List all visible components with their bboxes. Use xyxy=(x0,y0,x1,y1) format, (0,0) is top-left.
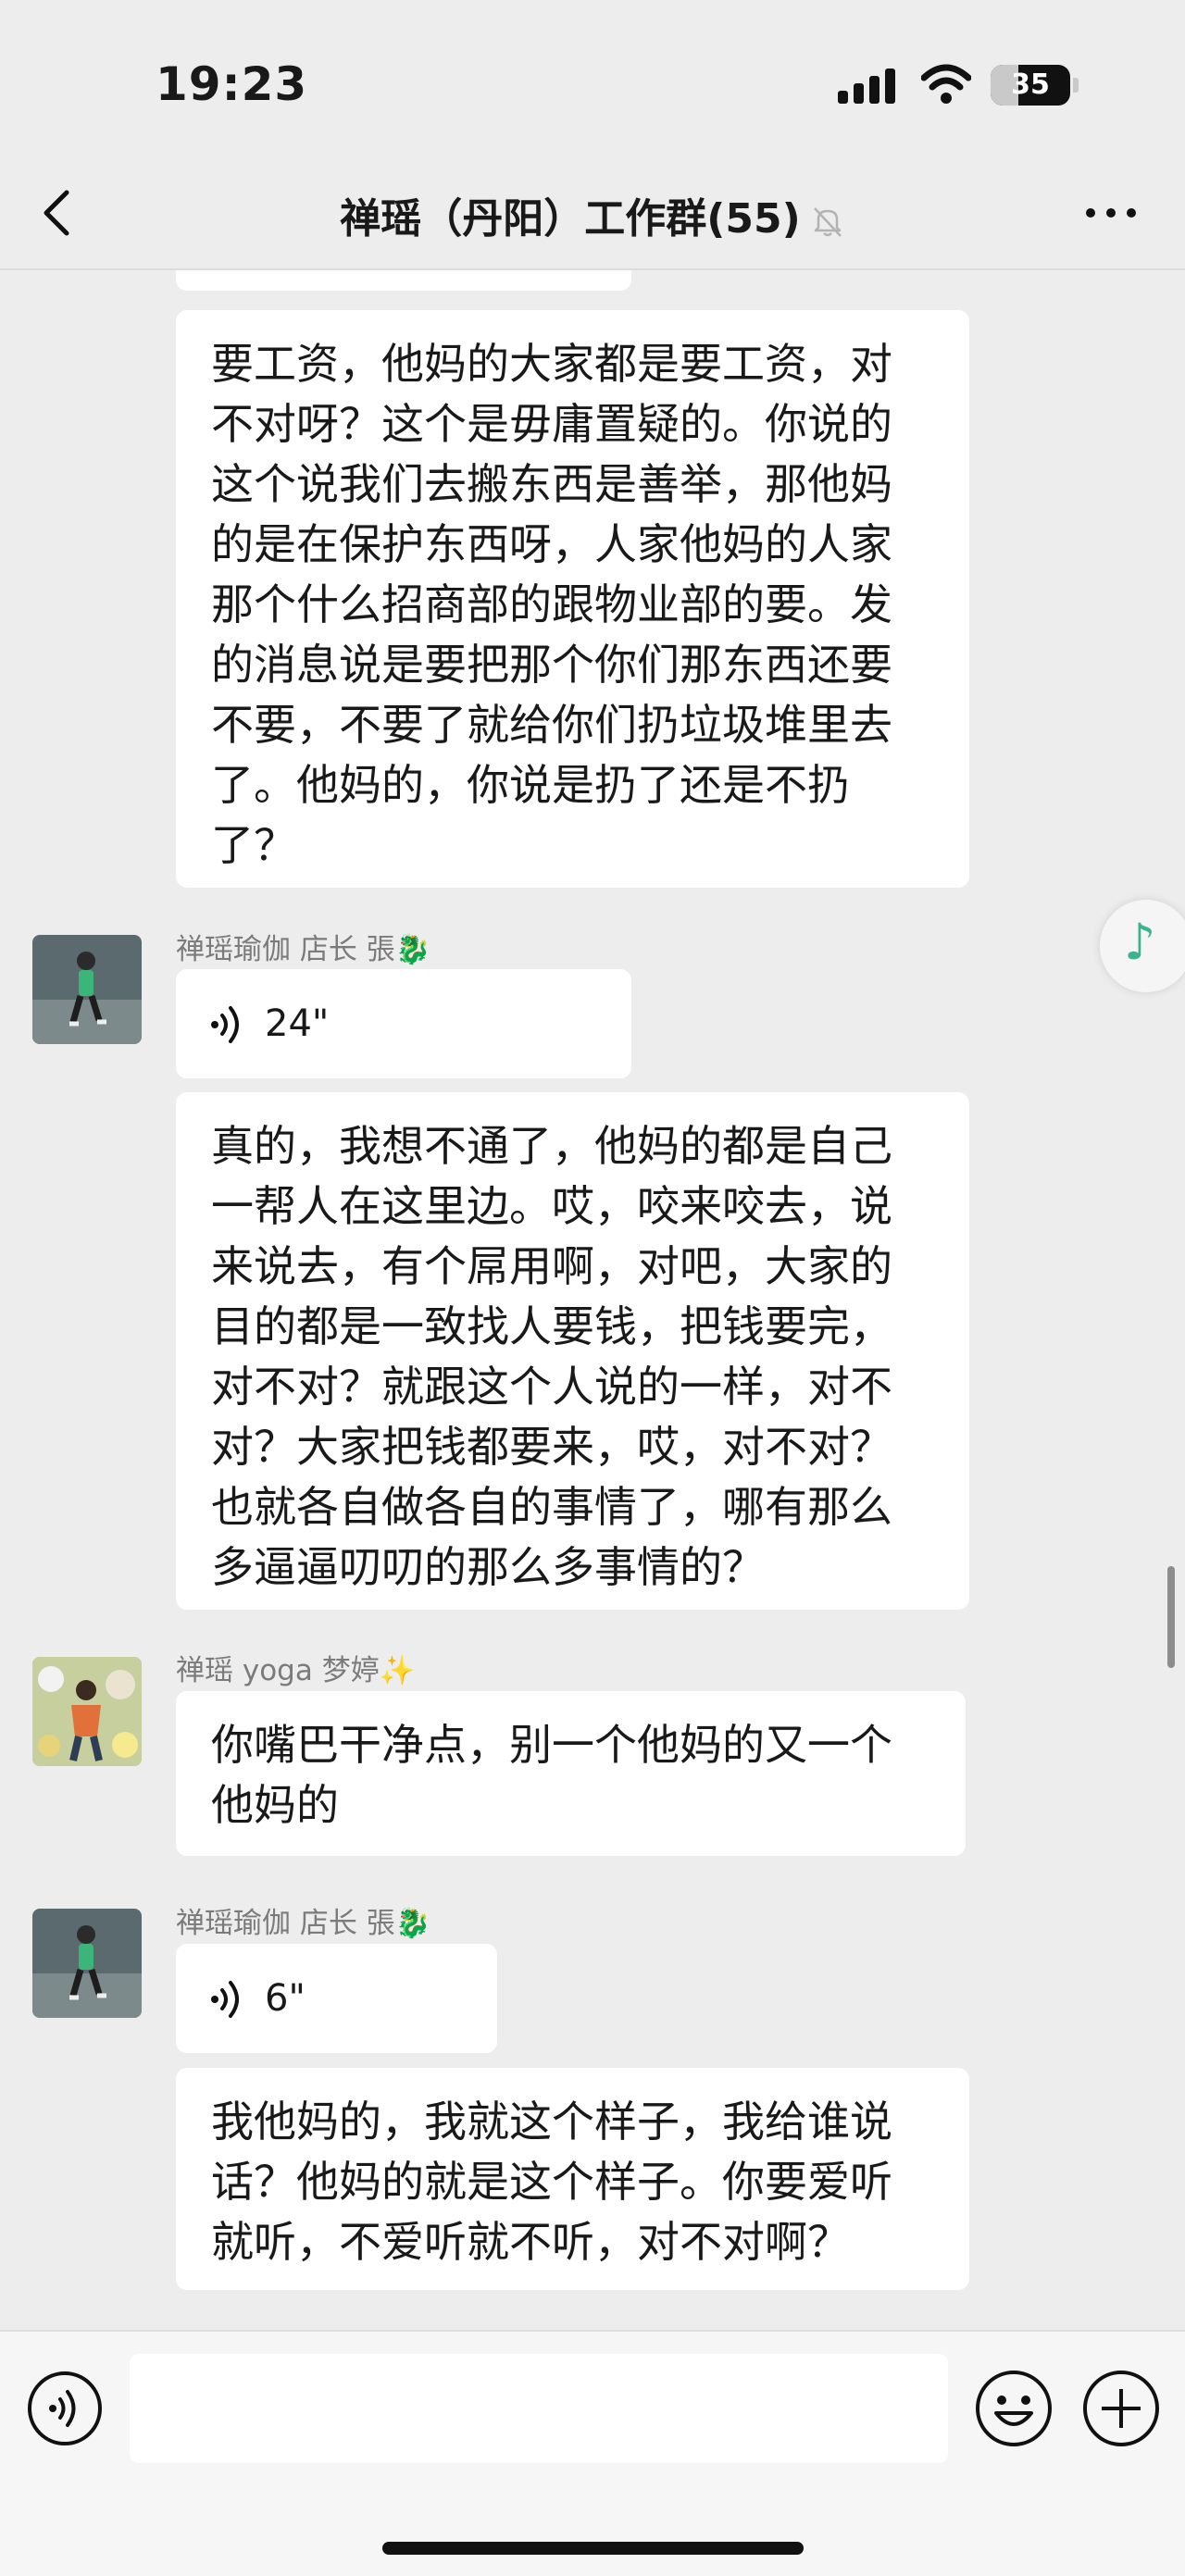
wifi-icon xyxy=(921,64,971,104)
mute-bell-icon xyxy=(813,207,842,237)
partial-message-bubble xyxy=(176,270,631,291)
voice-input-toggle-icon[interactable] xyxy=(27,2371,103,2446)
battery-tip xyxy=(1073,78,1079,93)
voice-duration: 6" xyxy=(265,1977,306,2020)
emoji-icon[interactable] xyxy=(974,2369,1054,2448)
message-input[interactable] xyxy=(130,2354,948,2463)
scrollbar[interactable] xyxy=(1167,1566,1175,1668)
voice-message[interactable]: 6" xyxy=(176,1944,497,2053)
message-bubble[interactable]: 真的，我想不通了，他妈的都是自己 一帮人在这里边。哎，咬来咬去，说 来说去，有个… xyxy=(176,1092,969,1610)
sender-name: 禅瑶瑜伽 店长 張🐉 xyxy=(176,933,431,966)
avatar[interactable] xyxy=(32,935,142,1044)
battery-percent: 35 xyxy=(1011,68,1050,101)
message-bubble[interactable]: 你嘴巴干净点，别一个他妈的又一个 他妈的 xyxy=(176,1691,966,1856)
music-note-icon: ♪ xyxy=(1124,913,1156,971)
avatar-flowers-icon xyxy=(32,1657,142,1766)
plus-icon[interactable] xyxy=(1081,2369,1161,2448)
status-time: 19:23 xyxy=(156,57,308,111)
home-indicator xyxy=(382,2542,804,2555)
more-dots-icon[interactable] xyxy=(1074,180,1148,245)
avatar-figure-icon xyxy=(32,952,142,1044)
input-bar xyxy=(0,2330,1185,2576)
message-list[interactable]: 要工资，他妈的大家都是要工资，对 不对呀？这个是毋庸置疑的。你说的 这个说我们去… xyxy=(0,270,1185,2330)
voice-duration: 24" xyxy=(265,1002,330,1045)
voice-wave-icon xyxy=(211,1981,239,2018)
sender-name: 禅瑶瑜伽 店长 張🐉 xyxy=(176,1907,431,1940)
message-bubble[interactable]: 我他妈的，我就这个样子，我给谁说 话？他妈的就是这个样子。你要爱听 就听，不爱听… xyxy=(176,2068,969,2290)
chat-header: 禅瑶（丹阳）工作群(55) xyxy=(0,157,1185,270)
chat-title-row: 禅瑶（丹阳）工作群(55) xyxy=(0,185,1185,244)
avatar[interactable] xyxy=(32,1909,142,2018)
voice-message[interactable]: 24" xyxy=(176,969,631,1078)
status-bar: 19:23 35 xyxy=(0,0,1185,157)
voice-wave-icon xyxy=(211,1006,239,1043)
battery-icon: 35 xyxy=(991,65,1070,106)
message-bubble[interactable]: 要工资，他妈的大家都是要工资，对 不对呀？这个是毋庸置疑的。你说的 这个说我们去… xyxy=(176,310,969,888)
avatar[interactable] xyxy=(32,1657,142,1766)
avatar-figure-icon xyxy=(32,1925,142,2018)
chat-title: 禅瑶（丹阳）工作群(55) xyxy=(340,195,801,243)
cellular-signal-icon xyxy=(838,68,899,104)
sender-name: 禅瑶 yoga 梦婷✨ xyxy=(176,1654,416,1687)
floating-music-button[interactable]: ♪ xyxy=(1100,900,1185,992)
